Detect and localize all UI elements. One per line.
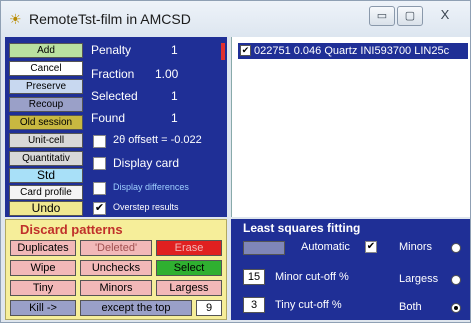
maximize-button[interactable]: ▢ [397, 6, 423, 26]
discard-patterns-panel: Discard patterns Duplicates 'Deleted' Er… [5, 219, 227, 320]
offset-label: 2θ offsett = -0.022 [113, 134, 202, 146]
window-title: RemoteTst-film in AMCSD [29, 11, 191, 27]
app-icon: ☀ [9, 11, 22, 27]
selected-value: 1 [171, 89, 178, 103]
minors-radio-label: Minors [399, 241, 433, 253]
duplicates-button[interactable]: Duplicates [10, 240, 76, 256]
minimize-button[interactable]: ▭ [369, 6, 395, 26]
preserve-button[interactable]: Preserve [9, 79, 83, 94]
penalty-indicator [221, 43, 225, 60]
largess-button[interactable]: Largess [156, 280, 222, 296]
tiny-cutoff-label: Tiny cut-off % [275, 299, 342, 311]
card-profile-button[interactable]: Card profile [9, 185, 83, 200]
list-item[interactable]: ✔ 022751 0.046 Quartz INI593700 LIN25c [238, 43, 468, 59]
wipe-button[interactable]: Wipe [10, 260, 76, 276]
control-panel: Add Cancel Preserve Recoup Old session U… [5, 37, 227, 217]
found-label: Found [91, 111, 126, 125]
discard-title: Discard patterns [20, 222, 123, 237]
undo-button[interactable]: Undo [9, 201, 83, 216]
erase-button[interactable]: Erase [156, 240, 222, 256]
largess-radio-label: Largess [399, 273, 439, 285]
display-differences-label: Display differences [113, 182, 189, 192]
overstep-results-label: Overstep results [113, 202, 179, 212]
both-radio-label: Both [399, 301, 422, 313]
offset-checkbox[interactable] [93, 135, 106, 148]
overstep-results-checkbox[interactable]: ✔ [93, 202, 106, 215]
deleted-button[interactable]: 'Deleted' [80, 240, 152, 256]
display-card-checkbox[interactable] [93, 157, 106, 170]
display-card-label: Display card [113, 156, 180, 170]
top-count-field[interactable]: 9 [196, 300, 222, 316]
penalty-value: 1 [171, 43, 178, 57]
main-window: ☀ RemoteTst-film in AMCSD ▭ ▢ X Add Canc… [0, 0, 471, 323]
minor-cutoff-label: Minor cut-off % [275, 271, 349, 283]
tiny-button[interactable]: Tiny [10, 280, 76, 296]
minor-cutoff-field[interactable]: 15 [243, 269, 265, 285]
add-button[interactable]: Add [9, 43, 83, 58]
fraction-value: 1.00 [155, 67, 179, 81]
title-bar: ☀ RemoteTst-film in AMCSD ▭ ▢ X [1, 1, 470, 37]
least-squares-panel: Least squares fitting Automatic ✔ Minors… [231, 219, 470, 320]
minors-radio[interactable] [451, 243, 461, 253]
std-button[interactable]: Std [9, 168, 83, 183]
list-item-text: 022751 0.046 Quartz INI593700 LIN25c [254, 45, 450, 57]
quantitativ-button[interactable]: Quantitativ [9, 151, 83, 166]
penalty-label: Penalty [91, 43, 132, 57]
except-top-label: except the top [80, 300, 192, 316]
results-list[interactable]: ✔ 022751 0.046 Quartz INI593700 LIN25c [231, 37, 470, 217]
old-session-button[interactable]: Old session [9, 115, 83, 130]
automatic-label: Automatic [301, 241, 350, 253]
found-value: 1 [171, 111, 178, 125]
select-button[interactable]: Select [156, 260, 222, 276]
unit-cell-button[interactable]: Unit-cell [9, 133, 83, 148]
largess-radio[interactable] [451, 275, 461, 285]
kill-button[interactable]: Kill -> [10, 300, 76, 316]
recoup-button[interactable]: Recoup [9, 97, 83, 112]
automatic-checkbox[interactable]: ✔ [365, 241, 377, 253]
selected-label: Selected [91, 89, 138, 103]
least-squares-title: Least squares fitting [243, 221, 361, 235]
minors-button[interactable]: Minors [80, 280, 152, 296]
unchecks-button[interactable]: Unchecks [80, 260, 152, 276]
fraction-label: Fraction [91, 67, 135, 81]
display-differences-checkbox[interactable] [93, 182, 106, 195]
fit-button[interactable] [243, 241, 285, 255]
tiny-cutoff-field[interactable]: 3 [243, 297, 265, 313]
close-button[interactable]: X [427, 6, 463, 26]
cancel-button[interactable]: Cancel [9, 61, 83, 76]
both-radio[interactable] [451, 303, 461, 313]
item-checkbox[interactable]: ✔ [240, 45, 251, 56]
